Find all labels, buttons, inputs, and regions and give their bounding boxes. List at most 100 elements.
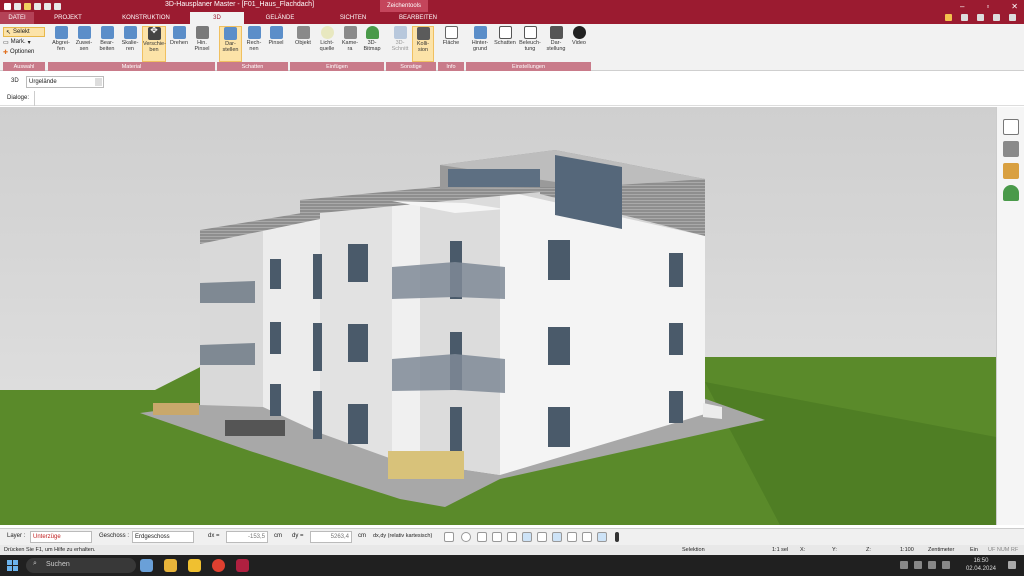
taskbar-app-icon[interactable] [140, 559, 153, 572]
collapse-icon[interactable] [1009, 14, 1016, 21]
tray-icon[interactable] [900, 561, 908, 569]
einstellungen-darstellung-button[interactable]: Dar- stellung [544, 26, 568, 52]
einstellungen-schatten-button[interactable]: Schatten [493, 26, 517, 46]
3d-viewport[interactable] [0, 107, 996, 525]
kollision-button[interactable]: Kolli- sion [412, 26, 434, 62]
windows-start-icon[interactable] [7, 560, 18, 571]
video-button[interactable]: Video [569, 26, 589, 46]
3d-bitmap-button[interactable]: 3D- Bitmap [362, 26, 382, 52]
tab-projekt[interactable]: PROJEKT [34, 12, 102, 24]
snap-icon[interactable] [522, 532, 532, 542]
clock-icon[interactable] [461, 532, 471, 542]
dx-input[interactable]: -153,5 [226, 531, 268, 543]
monitor-icon [549, 26, 563, 39]
mark-button[interactable]: ▭ Mark. ▾ [3, 37, 45, 47]
chrome-icon[interactable] [212, 559, 225, 572]
optionen-button[interactable]: ✚ Optionen [3, 47, 45, 57]
3d-schnitt-button[interactable]: 3D- Schnitt [390, 26, 410, 52]
terrain-select[interactable]: Urgelände [26, 76, 104, 88]
geschoss-select[interactable]: Erdgeschoss [132, 531, 194, 543]
plant-catalog-icon[interactable] [1003, 185, 1019, 201]
window [548, 240, 570, 280]
tab-konstruktion[interactable]: KONSTRUKTION [102, 12, 190, 24]
left-wing-wall [200, 230, 263, 407]
hintergrund-button[interactable]: Hinter- grund [468, 26, 492, 52]
undo-icon[interactable] [44, 2, 51, 10]
volume-icon[interactable] [942, 561, 950, 569]
hin-pinsel-button[interactable]: Hin. Pinsel [191, 26, 213, 52]
chair-icon [296, 26, 310, 39]
balcony-railing [392, 354, 505, 393]
rechnen-button[interactable]: Rech- nen [243, 26, 265, 52]
beleuchtung-button[interactable]: Beleuch- tung [518, 26, 542, 52]
tree-icon [365, 26, 379, 39]
selekt-button[interactable]: ↖ Selekt [3, 27, 45, 37]
plus-icon: ✚ [3, 49, 9, 56]
tab-gelaende[interactable]: GELÄNDE [244, 12, 316, 24]
save-icon[interactable] [34, 2, 41, 10]
toolbar-tool-icon[interactable] [552, 532, 562, 542]
window [348, 324, 368, 362]
layers-icon[interactable] [1003, 119, 1019, 135]
layer-select[interactable]: Unterzüge [30, 531, 92, 543]
toolbar-tool-icon[interactable] [492, 532, 502, 542]
redo-icon[interactable] [54, 2, 61, 10]
layout-icon[interactable] [993, 14, 1000, 21]
group-label-auswahl: Auswahl [3, 62, 45, 71]
dx-unit: cm [274, 533, 282, 539]
toolbar-tool-icon[interactable] [567, 532, 577, 542]
dialog-bar: Dialoge: [0, 91, 1024, 106]
flaeche-button[interactable]: Fläche [440, 26, 462, 46]
tab-bearbeiten[interactable]: BEARBEITEN [390, 12, 446, 24]
dy-input[interactable]: 5263,4 [310, 531, 352, 543]
tray-icon[interactable] [914, 561, 922, 569]
grid-icon[interactable] [582, 532, 592, 542]
tab-sichten[interactable]: SICHTEN [316, 12, 390, 24]
window-title: 3D-Hausplaner Master - [F01_Haus_Flachda… [165, 1, 315, 8]
status-selection: 1:1 sel [772, 547, 789, 553]
taskbar-search[interactable]: ⌕ Suchen [26, 558, 136, 573]
network-icon[interactable] [928, 561, 936, 569]
objekt-button[interactable]: Objekt [292, 26, 314, 46]
toolbar-tool-icon[interactable] [597, 532, 607, 542]
taskbar-clock[interactable]: 16:50 02.04.2024 [966, 557, 996, 573]
tab-3d[interactable]: 3D [190, 12, 244, 24]
schatten-pinsel-button[interactable]: Pinsel [266, 26, 286, 46]
info-icon[interactable] [977, 14, 984, 21]
mode-toggle-icon[interactable] [444, 532, 454, 542]
abgreifen-button[interactable]: Abgrei- fen [50, 26, 72, 52]
toolbar-tool-icon[interactable] [507, 532, 517, 542]
window [548, 407, 570, 447]
tab-datei[interactable]: DATEI [0, 12, 34, 24]
area-icon [444, 26, 458, 39]
toolbar-tool-icon[interactable] [537, 532, 547, 542]
zuweisen-button[interactable]: Zuwei- sen [73, 26, 95, 52]
new-file-icon[interactable] [14, 2, 21, 10]
compute-icon [247, 26, 261, 39]
notification-icon[interactable] [1008, 561, 1016, 569]
bearbeiten-button[interactable]: Bear- beiten [96, 26, 118, 52]
minimize-icon[interactable]: – [960, 2, 964, 11]
drehen-button[interactable]: Drehen [168, 26, 190, 46]
toolbar-tool-icon[interactable] [477, 532, 487, 542]
verschieben-button[interactable]: ✥ Verschie- ben [142, 26, 166, 62]
close-icon[interactable]: ✕ [1011, 2, 1018, 11]
chair-catalog-icon[interactable] [1003, 141, 1019, 157]
brush-icon [195, 26, 209, 39]
lichtquelle-button[interactable]: Licht- quelle [316, 26, 338, 52]
maximize-icon[interactable]: ▫ [986, 2, 989, 11]
title-bar: 3D-Hausplaner Master - [F01_Haus_Flachda… [0, 0, 1024, 12]
hausplaner-app-icon[interactable] [236, 559, 249, 572]
collision-icon [416, 27, 430, 40]
skalieren-button[interactable]: Skalie- ren [119, 26, 141, 52]
open-folder-icon[interactable] [24, 2, 31, 10]
material-catalog-icon[interactable] [1003, 163, 1019, 179]
darstellen-button[interactable]: Dar- stellen [219, 26, 242, 62]
settings-tool-icon[interactable] [945, 14, 952, 21]
file-explorer-icon[interactable] [188, 559, 201, 572]
auswahl-group: ↖ Selekt ▭ Mark. ▾ ✚ Optionen [3, 27, 45, 57]
taskbar-app-icon[interactable] [164, 559, 177, 572]
help-icon[interactable] [961, 14, 968, 21]
kamera-button[interactable]: Kame- ra [340, 26, 360, 52]
app-icon[interactable] [4, 2, 11, 10]
